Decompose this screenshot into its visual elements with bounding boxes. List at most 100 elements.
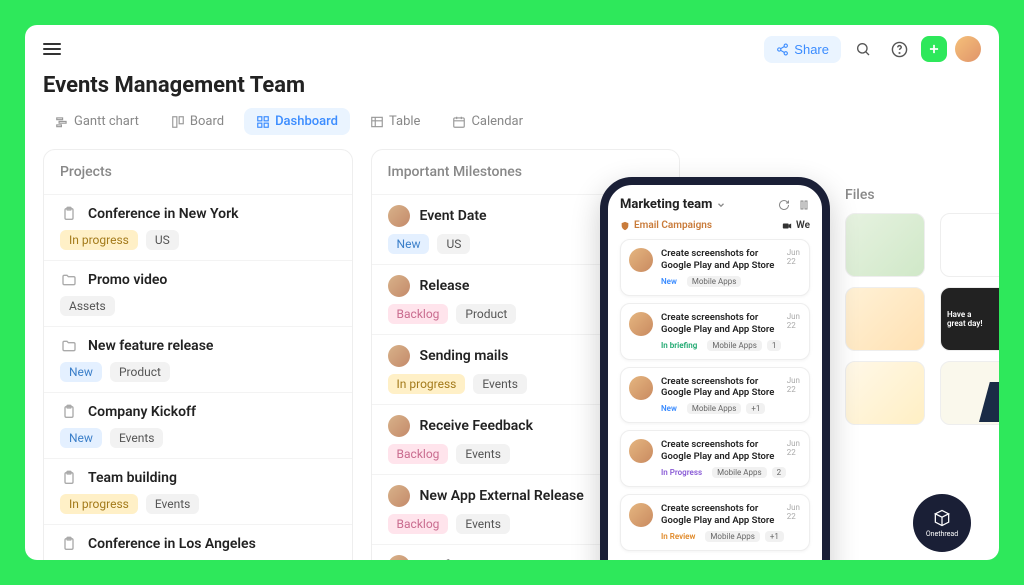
tag: New [60,362,102,382]
file-thumbnail[interactable]: Have a great day! [940,287,999,351]
tag: Backlog [388,444,449,464]
task-card[interactable]: Create screenshots for Google Play and A… [620,430,810,487]
file-thumbnail[interactable] [845,287,925,351]
project-item[interactable]: Conference in New YorkIn progressUS [44,194,352,260]
pause-icon[interactable] [798,199,810,211]
tag: US [146,230,179,250]
tag-row: In progress US [60,230,336,250]
task-card[interactable]: Create screenshots for Google Play and A… [620,494,810,551]
share-button[interactable]: Share [764,36,841,63]
board-icon [171,115,185,129]
app-window: Share Events Management Team Gantt chart… [25,25,999,560]
chevron-down-icon [716,200,726,210]
task-card[interactable]: Create screenshots for Google Play and A… [620,367,810,424]
milestone-item-title: Conference Date [420,558,525,560]
tag: Product [110,362,170,382]
help-icon [891,41,908,58]
tab-board[interactable]: Board [159,108,236,135]
card-title: Create screenshots for Google Play and A… [661,312,787,336]
clipboard-icon [60,535,78,553]
tab-table[interactable]: Table [358,108,432,135]
assignee-avatar [388,275,410,297]
tag: Backlog [388,304,449,324]
card-title: Create screenshots for Google Play and A… [661,376,787,400]
tag: Backlog [388,514,449,534]
help-button[interactable] [885,35,913,63]
phone-title[interactable]: Marketing team [620,197,726,212]
file-thumbnail[interactable] [940,361,999,425]
tag-chip: Mobile Apps [687,403,742,414]
tab-dashboard[interactable]: Dashboard [244,108,350,135]
extra-chip: 2 [772,467,787,478]
project-item[interactable]: Team buildingIn progressEvents [44,458,352,524]
extra-chip: 1 [767,340,782,351]
tag: In progress [60,230,138,250]
table-icon [370,115,384,129]
milestone-item-title: Event Date [420,208,487,224]
card-date: Jun 22 [787,248,801,266]
project-item[interactable]: Company KickoffNewEvents [44,392,352,458]
tag-row: In progressEvents [60,494,336,514]
hamburger-menu-icon[interactable] [43,43,61,55]
search-button[interactable] [849,35,877,63]
add-button[interactable] [921,36,947,62]
refresh-icon[interactable] [778,199,790,211]
phone-section-2[interactable]: We [782,220,810,231]
tag-row: NewEvents [60,428,336,448]
clipboard-icon [60,403,78,421]
view-tabs: Gantt chart Board Dashboard Table Calend… [25,108,999,149]
tag-row: Assets [60,296,336,316]
file-thumbnail[interactable] [845,361,925,425]
status-chip: In briefing [661,340,702,351]
project-item[interactable]: New feature releaseNewProduct [44,326,352,392]
mobile-preview: Marketing team Email Campaigns We C [600,177,830,560]
topbar-right: Share [764,35,981,63]
project-item-title: Conference in Los Angeles [88,536,256,552]
card-title: Create screenshots for Google Play and A… [661,248,787,272]
extra-chip: +1 [746,403,765,414]
file-thumbnail[interactable] [940,213,999,277]
file-thumbnail[interactable] [845,213,925,277]
tag-row: New Product [60,362,336,382]
tag: Events [456,444,510,464]
card-avatar [629,248,653,272]
page-title: Events Management Team [25,67,999,108]
status-chip: In Review [661,531,700,542]
clipboard-icon [60,205,78,223]
phone-section-label[interactable]: Email Campaigns [620,220,712,231]
projects-title: Projects [44,150,352,194]
tag-chip: Mobile Apps [707,340,762,351]
tag-chip: Mobile Apps [687,276,742,287]
milestone-item-title: Receive Feedback [420,418,533,434]
tag-chip: Mobile Apps [705,531,760,542]
card-title: Create screenshots for Google Play and A… [661,503,787,527]
topbar: Share [25,25,999,67]
task-card[interactable]: Create screenshots for Google Play and A… [620,239,810,296]
files-title: Files [845,187,999,203]
assignee-avatar [388,345,410,367]
file-thumbnails: Have a great day! [845,213,999,425]
projects-column: Projects Conference in New YorkIn progre… [43,149,353,560]
assignee-avatar [388,205,410,227]
tag: Product [456,304,516,324]
status-chip: New [661,403,682,414]
user-avatar[interactable] [955,36,981,62]
onethread-badge[interactable]: Onethread [913,494,971,552]
share-label: Share [794,42,829,57]
project-item-title: Promo video [88,272,167,288]
tag: Events [456,514,510,534]
tab-gantt[interactable]: Gantt chart [43,108,151,135]
project-item[interactable]: Promo video Assets [44,260,352,326]
plus-icon [927,42,941,56]
task-card[interactable]: Create screenshots for Google Play and A… [620,303,810,360]
card-avatar [629,503,653,527]
card-date: Jun 22 [787,439,801,457]
status-chip: New [661,276,682,287]
folder-icon [60,271,78,289]
tag: In progress [388,374,466,394]
card-title: Create screenshots for Google Play and A… [661,439,787,463]
clipboard-icon [60,469,78,487]
tab-calendar[interactable]: Calendar [440,108,535,135]
project-item[interactable]: Conference in Los Angeles [44,524,352,560]
tag: Events [146,494,200,514]
